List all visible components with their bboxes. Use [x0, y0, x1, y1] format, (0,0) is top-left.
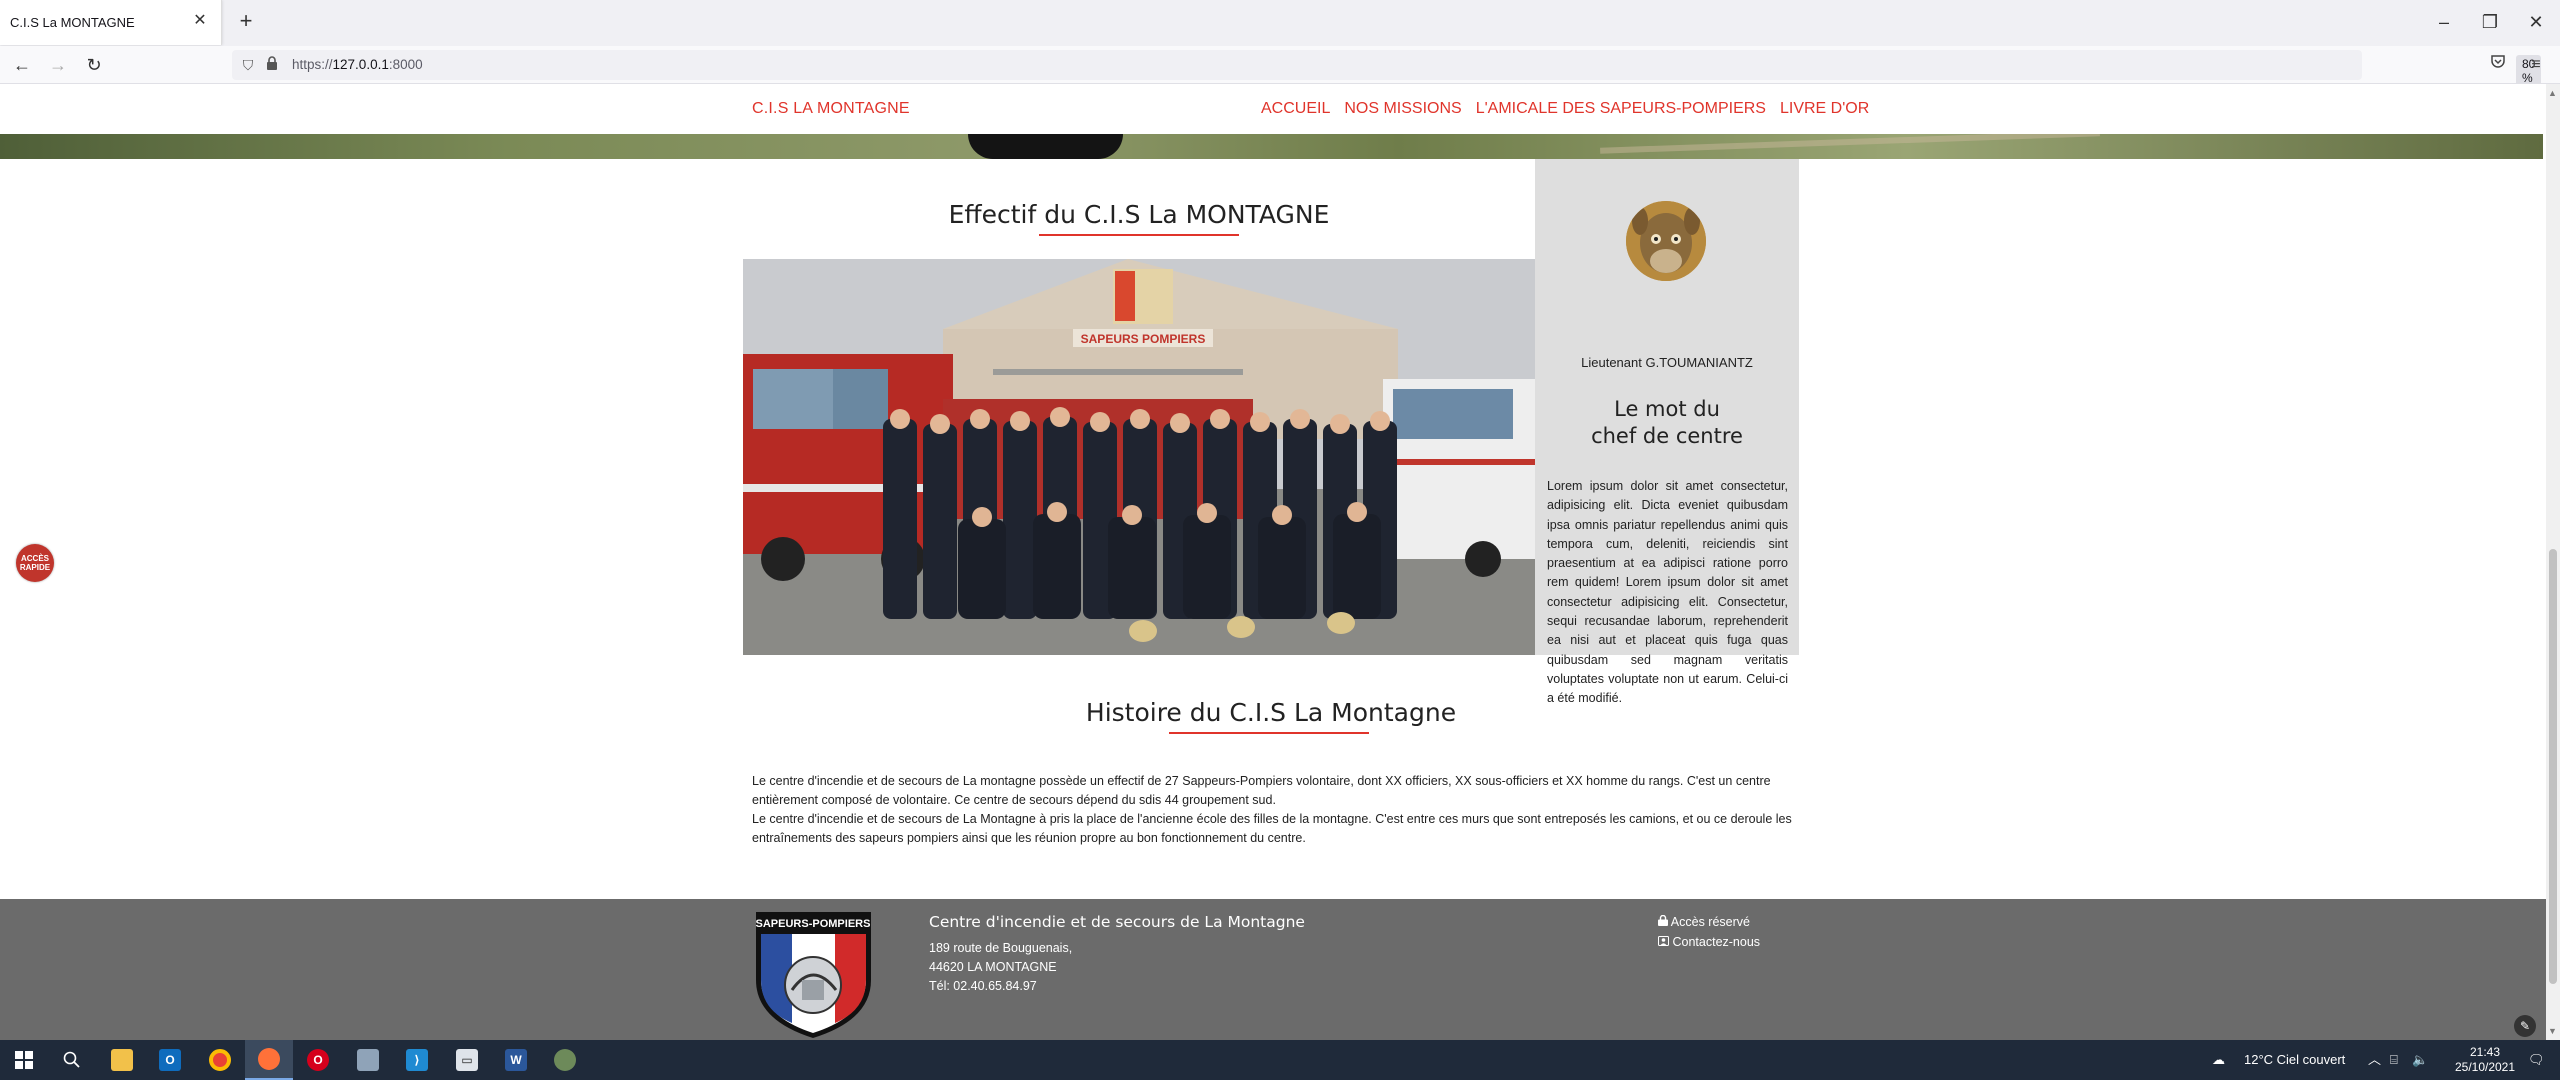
windows-logo-icon — [15, 1051, 33, 1069]
hero-dark-shape — [968, 134, 1123, 159]
tray-expand-icon[interactable]: ︿ — [2368, 1040, 2381, 1080]
firefox-icon[interactable] — [245, 1040, 293, 1080]
browser-toolbar: ← → ↻ ⛉ https://127.0.0.1:8000 80 % ☆ ≡ — [0, 46, 2560, 87]
tab-close-icon[interactable]: ✕ — [189, 10, 211, 32]
contact-label: Contactez-nous — [1672, 935, 1761, 949]
outlook-icon[interactable]: O — [146, 1040, 194, 1080]
nav-accueil[interactable]: ACCUEIL — [1261, 100, 1330, 118]
hero-banner-image — [0, 134, 2543, 159]
address-line-1: 189 route de Bouguenais, — [929, 941, 1073, 955]
tab-title: C.I.S La MONTAGNE — [10, 15, 135, 30]
contact-link[interactable]: Contactez-nous — [1658, 932, 1760, 952]
hamburger-menu-icon[interactable]: ≡ — [2524, 53, 2548, 77]
footer-links: Accès réservé Contactez-nous — [1658, 912, 1760, 952]
scroll-thumb[interactable] — [2549, 549, 2557, 984]
address-line-2: 44620 LA MONTAGNE — [929, 960, 1057, 974]
chief-title-line1: Le mot du — [1614, 397, 1720, 421]
browser-tab-bar: C.I.S La MONTAGNE ✕ + – ❐ ✕ — [0, 0, 2560, 46]
scroll-up-arrow-icon[interactable]: ▲ — [2548, 88, 2557, 98]
reserved-access-link[interactable]: Accès réservé — [1658, 912, 1760, 932]
address-bar[interactable]: ⛉ https://127.0.0.1:8000 80 % ☆ — [232, 50, 2542, 87]
reserved-access-label: Accès réservé — [1670, 915, 1750, 929]
histoire-title: Histoire du C.I.S La Montagne — [1085, 698, 1457, 727]
terminal-icon[interactable]: ▭ — [443, 1040, 491, 1080]
network-icon[interactable]: ⌸ — [2390, 1040, 2398, 1080]
chief-title-line2: chef de centre — [1591, 424, 1743, 448]
history-text: Le centre d'incendie et de secours de La… — [752, 772, 1792, 848]
back-icon[interactable]: ← — [10, 53, 34, 77]
system-clock[interactable]: 21:43 25/10/2021 — [2440, 1045, 2530, 1075]
restore-icon[interactable]: ❐ — [2476, 8, 2504, 36]
notifications-icon[interactable]: 🗨 — [2528, 1040, 2545, 1080]
edit-pencil-icon[interactable]: ✎ — [2514, 1015, 2536, 1037]
nav-livre-or[interactable]: LIVRE D'OR — [1780, 100, 1869, 118]
site-footer: SAPEURS-POMPIERS Centre d'incendie et de… — [0, 899, 2546, 1040]
phone-number: Tél: 02.40.65.84.97 — [929, 979, 1037, 993]
weather-cloud-icon[interactable]: ☁ — [2212, 1040, 2225, 1080]
chief-name: Lieutenant G.TOUMANIANTZ — [1581, 355, 1753, 370]
quick-access-line2: RAPIDE — [19, 563, 51, 572]
avatar — [1626, 201, 1706, 281]
volume-icon[interactable]: 🔈 — [2412, 1040, 2428, 1080]
start-button[interactable] — [0, 1040, 48, 1080]
browser-tab[interactable]: C.I.S La MONTAGNE ✕ — [0, 0, 222, 45]
reload-icon[interactable]: ↻ — [82, 53, 106, 77]
page-scrollbar[interactable]: ▲ ▼ — [2546, 84, 2560, 1040]
network-tool-icon[interactable] — [541, 1040, 589, 1080]
photo-sign-text: SAPEURS POMPIERS — [1081, 332, 1206, 346]
main-nav: ACCUEIL NOS MISSIONS L'AMICALE DES SAPEU… — [1261, 100, 1869, 118]
file-explorer-icon[interactable] — [98, 1040, 146, 1080]
url-text[interactable]: https://127.0.0.1:8000 — [292, 57, 423, 72]
chief-message: Lorem ipsum dolor sit amet consectetur, … — [1547, 479, 1788, 706]
vscode-icon[interactable]: ⟩ — [393, 1040, 441, 1080]
contact-icon — [1658, 936, 1669, 946]
new-tab-button[interactable]: + — [234, 10, 258, 34]
task-manager-icon[interactable] — [344, 1040, 392, 1080]
histoire-title-underline — [1169, 732, 1369, 734]
nav-missions[interactable]: NOS MISSIONS — [1344, 100, 1461, 118]
forward-icon[interactable]: → — [46, 53, 70, 77]
chrome-icon[interactable] — [196, 1040, 244, 1080]
nav-amicale[interactable]: L'AMICALE DES SAPEURS-POMPIERS — [1476, 100, 1766, 118]
pocket-icon[interactable] — [2486, 53, 2510, 77]
chief-panel: Lieutenant G.TOUMANIANTZ Le mot du chef … — [1535, 159, 1799, 705]
page-viewport: C.I.S LA MONTAGNE ACCUEIL NOS MISSIONS L… — [0, 84, 2546, 1040]
footer-address: 189 route de Bouguenais, 44620 LA MONTAG… — [929, 939, 1072, 996]
windows-taskbar: O O ⟩ ▭ W ☁ 12°C Ciel couvert ︿ ⌸ 🔈 21:4… — [0, 1040, 2560, 1080]
footer-title: Centre d'incendie et de secours de La Mo… — [929, 913, 1305, 931]
minimize-icon[interactable]: – — [2430, 8, 2458, 36]
effectif-title-underline — [1039, 234, 1239, 236]
quick-access-button[interactable]: ACCÈS RAPIDE — [16, 544, 54, 582]
chief-title: Le mot du chef de centre — [1535, 396, 1799, 450]
lock-icon — [1658, 914, 1668, 926]
history-paragraph-1: Le centre d'incendie et de secours de La… — [752, 774, 1771, 807]
site-brand-link[interactable]: C.I.S LA MONTAGNE — [752, 100, 910, 118]
history-paragraph-2: Le centre d'incendie et de secours de La… — [752, 812, 1792, 845]
close-window-icon[interactable]: ✕ — [2522, 8, 2550, 36]
lock-icon[interactable] — [262, 55, 282, 75]
logo-text: SAPEURS-POMPIERS — [756, 918, 871, 930]
site-header: C.I.S LA MONTAGNE ACCUEIL NOS MISSIONS L… — [0, 84, 2546, 134]
clock-time: 21:43 — [2469, 1045, 2501, 1059]
shield-icon[interactable]: ⛉ — [238, 55, 258, 75]
opera-icon[interactable]: O — [294, 1040, 342, 1080]
quick-access-line1: ACCÈS — [20, 554, 49, 563]
scroll-down-arrow-icon[interactable]: ▼ — [2548, 1026, 2557, 1036]
sapeurs-pompiers-logo: SAPEURS-POMPIERS — [752, 910, 875, 1040]
weather-status[interactable]: 12°C Ciel couvert — [2244, 1040, 2345, 1080]
effectif-title: Effectif du C.I.S La MONTAGNE — [948, 200, 1330, 229]
clock-date: 25/10/2021 — [2454, 1060, 2516, 1074]
team-photo: SAPEURS POMPIERS — [743, 259, 1535, 655]
word-icon[interactable]: W — [492, 1040, 540, 1080]
search-icon[interactable] — [48, 1040, 96, 1080]
